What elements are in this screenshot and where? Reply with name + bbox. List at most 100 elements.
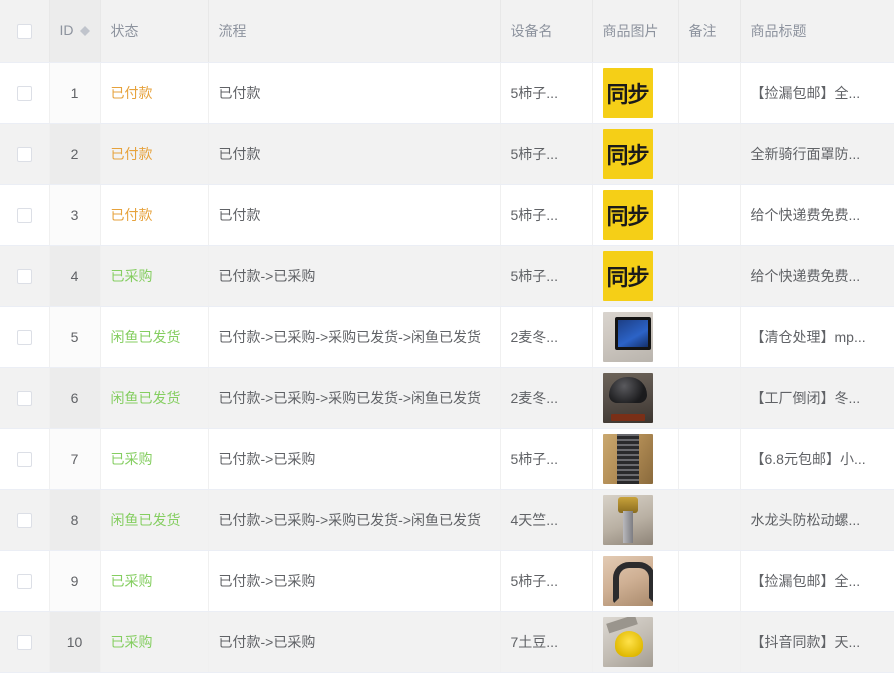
cell-id: 5 <box>49 306 101 368</box>
row-checkbox[interactable] <box>16 268 32 284</box>
cell-flow: 已付款 <box>208 123 501 185</box>
cell-status: 闲鱼已发货 <box>100 306 209 368</box>
cell-product-title: 【捡漏包邮】全... <box>740 62 894 124</box>
status-badge: 闲鱼已发货 <box>110 389 181 406</box>
sort-caret-icon[interactable] <box>79 21 92 41</box>
cell-note <box>678 245 741 307</box>
row-checkbox[interactable] <box>16 329 32 345</box>
cell-flow: 已付款->已采购->采购已发货->闲鱼已发货 <box>208 367 501 429</box>
header-status-label: 状态 <box>110 22 139 39</box>
cell-note <box>678 62 741 124</box>
header-note-label: 备注 <box>688 22 717 39</box>
row-checkbox[interactable] <box>16 85 32 101</box>
product-thumbnail[interactable] <box>602 433 653 484</box>
table-row[interactable]: 10 已采购 已付款->已采购 7土豆... 【抖音同款】天... <box>0 611 894 673</box>
header-title[interactable]: 商品标题 <box>740 0 894 63</box>
table-row[interactable]: 5 闲鱼已发货 已付款->已采购->采购已发货->闲鱼已发货 2麦冬... 【清仓处理】… <box>0 306 894 368</box>
header-image[interactable]: 商品图片 <box>592 0 679 63</box>
cell-product-image <box>592 428 679 490</box>
status-badge: 已采购 <box>110 633 153 650</box>
row-checkbox[interactable] <box>16 634 32 650</box>
row-select-cell <box>0 184 50 246</box>
cell-device-name: 5柿子... <box>500 184 593 246</box>
product-thumbnail-sync[interactable]: 同步 <box>602 250 653 301</box>
product-title-text: 给个快递费免费... <box>750 267 861 284</box>
cell-status: 已付款 <box>100 62 209 124</box>
flow-text: 已付款->已采购 <box>218 450 316 467</box>
cell-flow: 已付款->已采购 <box>208 245 501 307</box>
cell-product-title: 【清仓处理】mp... <box>740 306 894 368</box>
row-checkbox[interactable] <box>16 512 32 528</box>
row-select-cell <box>0 489 50 551</box>
cell-note <box>678 489 741 551</box>
product-title-text: 全新骑行面罩防... <box>750 145 861 162</box>
cell-note <box>678 123 741 185</box>
table-body: 1 已付款 已付款 5柿子... 同步 【捡漏包邮】全... 2 已付款 已付款 5柿子... 同步… <box>0 62 894 673</box>
sort-asc-icon[interactable] <box>79 21 90 31</box>
table-row[interactable]: 2 已付款 已付款 5柿子... 同步 全新骑行面罩防... <box>0 123 894 185</box>
table-row[interactable]: 8 闲鱼已发货 已付款->已采购->采购已发货->闲鱼已发货 4天竺... 水龙头防松动… <box>0 489 894 551</box>
row-select-cell <box>0 611 50 673</box>
flow-text: 已付款->已采购 <box>218 572 316 589</box>
table-row[interactable]: 1 已付款 已付款 5柿子... 同步 【捡漏包邮】全... <box>0 62 894 124</box>
product-thumbnail[interactable] <box>602 311 653 362</box>
cell-status: 闲鱼已发货 <box>100 367 209 429</box>
row-checkbox[interactable] <box>16 390 32 406</box>
row-checkbox[interactable] <box>16 451 32 467</box>
cell-device-name: 5柿子... <box>500 550 593 612</box>
flow-text: 已付款->已采购->采购已发货->闲鱼已发货 <box>218 511 482 528</box>
product-thumbnail-sync[interactable]: 同步 <box>602 128 653 179</box>
row-checkbox[interactable] <box>16 573 32 589</box>
cell-note <box>678 550 741 612</box>
header-image-label: 商品图片 <box>602 22 659 39</box>
cell-note <box>678 184 741 246</box>
product-thumbnail[interactable] <box>602 616 653 667</box>
row-select-cell <box>0 306 50 368</box>
sort-desc-icon[interactable] <box>79 30 90 41</box>
cell-id: 1 <box>49 62 101 124</box>
cell-id: 4 <box>49 245 101 307</box>
cell-status: 已付款 <box>100 123 209 185</box>
table-header-row: ID 状态 流程 设备名 商品图片 备注 商品标题 <box>0 0 894 63</box>
cell-flow: 已付款->已采购 <box>208 611 501 673</box>
header-note[interactable]: 备注 <box>678 0 741 63</box>
header-flow[interactable]: 流程 <box>208 0 501 63</box>
product-title-text: 【捡漏包邮】全... <box>750 84 861 101</box>
product-thumbnail[interactable] <box>602 555 653 606</box>
status-badge: 已付款 <box>110 206 153 223</box>
table-row[interactable]: 6 闲鱼已发货 已付款->已采购->采购已发货->闲鱼已发货 2麦冬... 【工厂倒闭】… <box>0 367 894 429</box>
flow-text: 已付款 <box>218 206 261 223</box>
header-device-label: 设备名 <box>510 22 553 39</box>
cell-product-title: 给个快递费免费... <box>740 184 894 246</box>
header-id[interactable]: ID <box>49 0 101 63</box>
header-id-label: ID <box>59 21 74 38</box>
cell-id: 6 <box>49 367 101 429</box>
header-select-all-cell <box>0 0 50 63</box>
cell-product-title: 【6.8元包邮】小... <box>740 428 894 490</box>
header-device[interactable]: 设备名 <box>500 0 593 63</box>
cell-note <box>678 428 741 490</box>
product-thumbnail-sync[interactable]: 同步 <box>602 189 653 240</box>
cell-product-image <box>592 489 679 551</box>
cell-status: 已付款 <box>100 184 209 246</box>
product-thumbnail[interactable] <box>602 372 653 423</box>
table-row[interactable]: 7 已采购 已付款->已采购 5柿子... 【6.8元包邮】小... <box>0 428 894 490</box>
product-title-text: 水龙头防松动螺... <box>750 511 861 528</box>
cell-note <box>678 306 741 368</box>
cell-product-title: 给个快递费免费... <box>740 245 894 307</box>
row-checkbox[interactable] <box>16 207 32 223</box>
select-all-checkbox[interactable] <box>16 24 32 40</box>
table-row[interactable]: 4 已采购 已付款->已采购 5柿子... 同步 给个快递费免费... <box>0 245 894 307</box>
cell-product-image: 同步 <box>592 62 679 124</box>
cell-status: 已采购 <box>100 611 209 673</box>
product-thumbnail[interactable] <box>602 494 653 545</box>
product-thumbnail-sync[interactable]: 同步 <box>602 67 653 118</box>
table-row[interactable]: 9 已采购 已付款->已采购 5柿子... 【捡漏包邮】全... <box>0 550 894 612</box>
header-title-label: 商品标题 <box>750 22 807 39</box>
row-select-cell <box>0 367 50 429</box>
table-row[interactable]: 3 已付款 已付款 5柿子... 同步 给个快递费免费... <box>0 184 894 246</box>
row-select-cell <box>0 550 50 612</box>
status-badge: 已付款 <box>110 84 153 101</box>
header-status[interactable]: 状态 <box>100 0 209 63</box>
row-checkbox[interactable] <box>16 146 32 162</box>
